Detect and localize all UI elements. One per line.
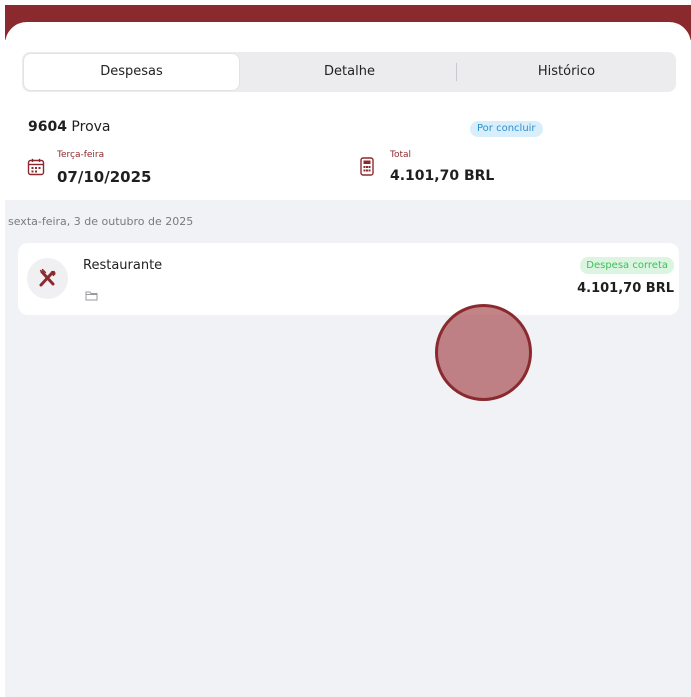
expense-title: Restaurante — [83, 258, 163, 273]
calendar-icon — [27, 158, 45, 176]
total-caption: Total — [390, 150, 412, 160]
expense-amount: 4.101,70 BRL — [577, 281, 674, 296]
date-caption: Terça-feira — [57, 150, 105, 160]
touch-indicator — [435, 304, 532, 401]
total-value: 4.101,70 BRL — [390, 168, 495, 184]
report-summary: 9604 Prova Por concluir Terça-feira 07/1… — [5, 114, 691, 200]
category-badge — [27, 258, 68, 299]
expense-card[interactable]: Restaurante Despesa correta 4.101,70 BRL — [18, 243, 679, 315]
main-sheet: Despesas Detalhe Histórico 9604 Prova Po… — [5, 22, 691, 697]
report-name: Prova — [71, 119, 111, 135]
folder-icon — [85, 286, 98, 301]
expense-list: sexta-feira, 3 de outubro de 2025 Restau… — [5, 200, 691, 697]
status-badge: Por concluir — [470, 121, 543, 137]
tab-detalhe[interactable]: Detalhe — [242, 52, 457, 92]
day-header: sexta-feira, 3 de outubro de 2025 — [8, 215, 194, 228]
calculator-icon — [360, 157, 374, 176]
report-title: 9604 Prova — [28, 119, 111, 135]
tab-historico[interactable]: Histórico — [457, 52, 676, 92]
expense-status-badge: Despesa correta — [580, 257, 674, 274]
tab-bar: Despesas Detalhe Histórico — [22, 52, 676, 92]
date-value: 07/10/2025 — [57, 168, 152, 186]
tab-despesas[interactable]: Despesas — [24, 54, 239, 90]
report-code: 9604 — [28, 119, 67, 135]
